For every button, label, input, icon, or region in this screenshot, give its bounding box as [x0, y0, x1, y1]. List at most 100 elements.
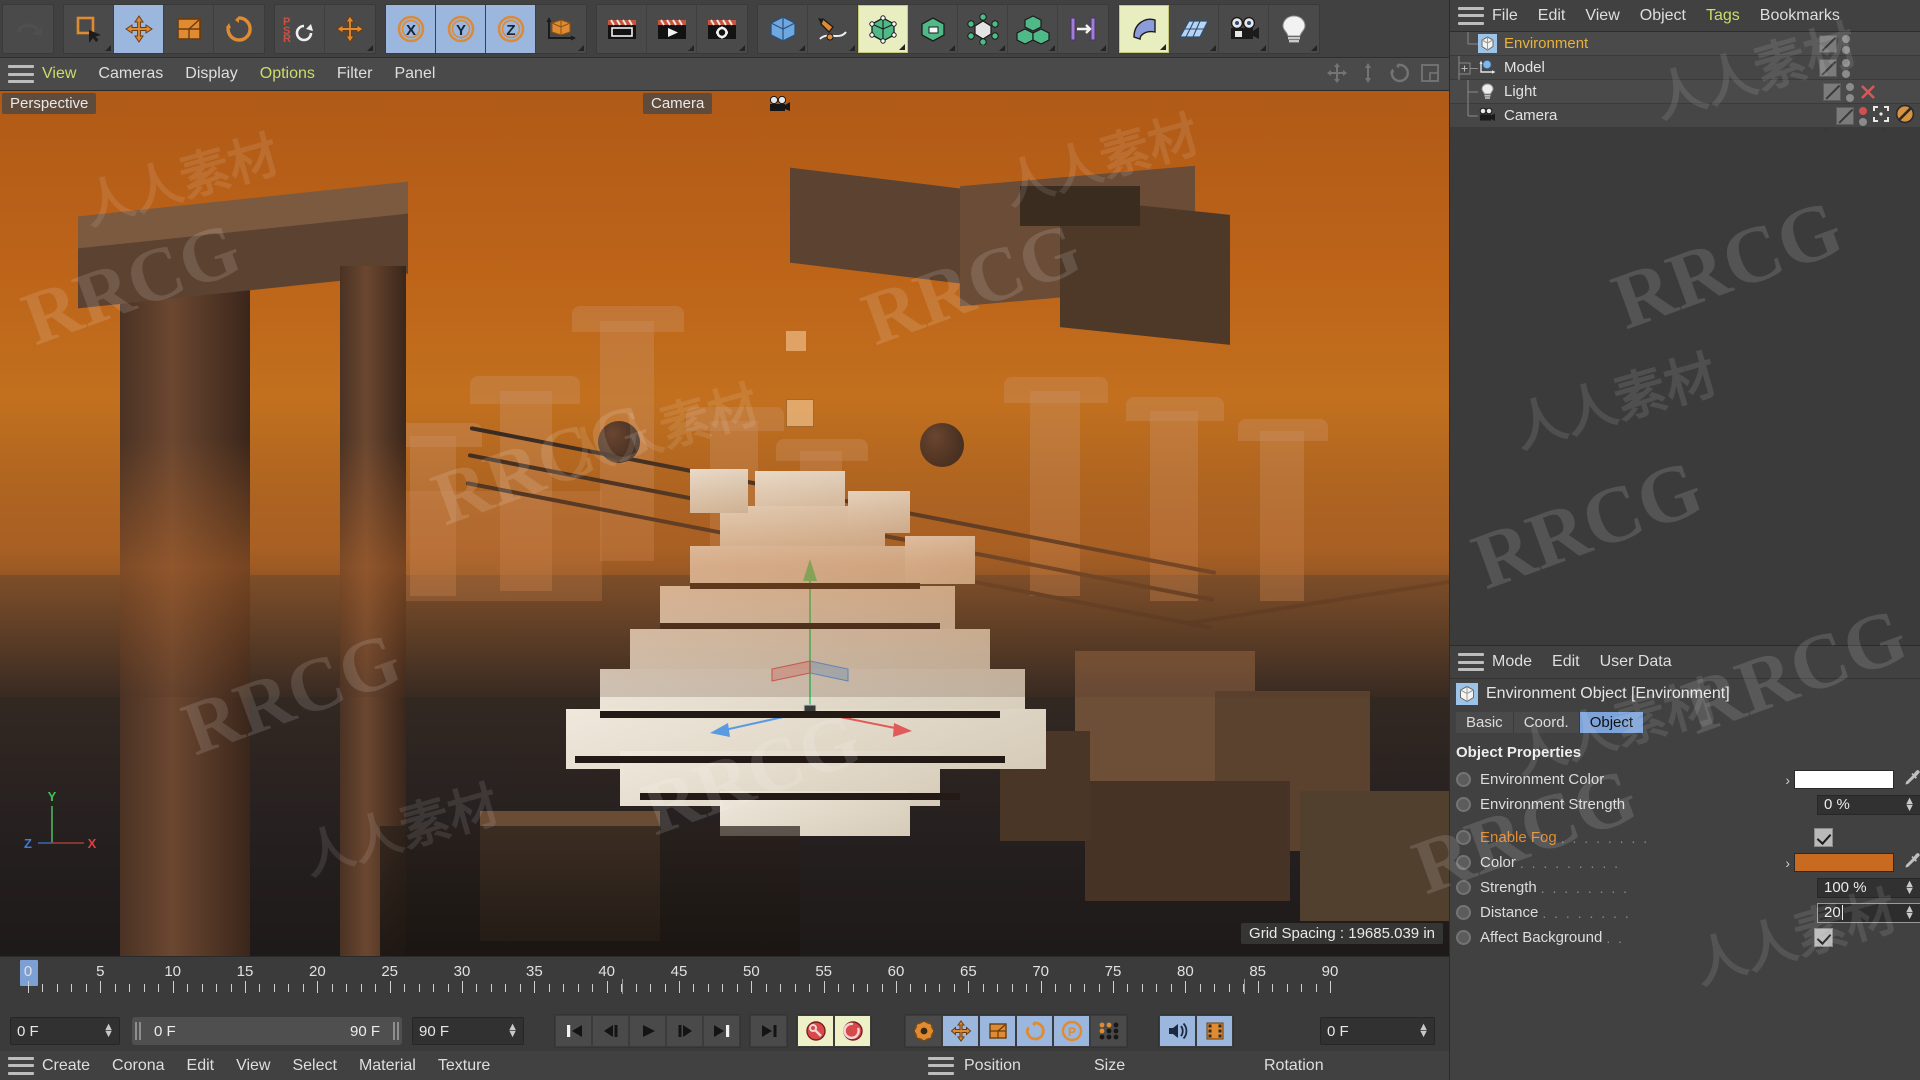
light-disabled-x-icon[interactable] [1859, 83, 1915, 101]
property-fog-distance[interactable]: Distance . . . . . . . . 20 ▲▼ [1450, 900, 1920, 925]
animate-dot-affect-background[interactable] [1456, 930, 1471, 945]
fog-strength-spinner[interactable]: ▲▼ [1904, 881, 1915, 895]
field-icon[interactable] [1058, 5, 1108, 53]
object-menu-view[interactable]: View [1585, 7, 1619, 25]
eyedropper-icon[interactable] [1904, 852, 1920, 874]
material-menu-texture[interactable]: Texture [438, 1057, 490, 1075]
next-key-icon[interactable] [750, 1015, 787, 1047]
affect-background-checkbox[interactable] [1814, 928, 1833, 947]
visibility-dots[interactable] [1859, 107, 1867, 126]
visibility-tag-icon[interactable] [1836, 107, 1854, 125]
object-menu-object[interactable]: Object [1640, 7, 1686, 25]
animate-dot-fog-color[interactable] [1456, 855, 1471, 870]
z-axis-icon[interactable]: Z [486, 5, 536, 53]
tab-coord[interactable]: Coord. [1514, 712, 1580, 733]
environment-strength-field[interactable]: 0 % ▲▼ [1817, 795, 1920, 815]
camera-target-icon[interactable] [1872, 105, 1890, 128]
object-row-light[interactable]: Light [1450, 80, 1920, 104]
mograph-icon[interactable] [1008, 5, 1058, 53]
rotate-view-icon[interactable] [1386, 60, 1412, 86]
undo-icon[interactable] [3, 5, 53, 53]
render-picture-viewer-icon[interactable] [647, 5, 697, 53]
maximize-view-icon[interactable] [1417, 60, 1443, 86]
viewport-menu-filter[interactable]: Filter [337, 65, 373, 83]
property-environment-strength[interactable]: Environment Strength 0 % ▲▼ [1450, 792, 1920, 817]
property-environment-color[interactable]: Environment Color › [1450, 767, 1920, 792]
select-live-icon[interactable] [64, 5, 114, 53]
nurbs-icon[interactable] [858, 5, 908, 53]
psr-icon[interactable]: P S R [275, 5, 325, 53]
render-view-icon[interactable] [597, 5, 647, 53]
nurbs-blue-icon[interactable] [1119, 5, 1169, 53]
key-scale-icon[interactable] [979, 1015, 1016, 1047]
move-icon[interactable] [114, 5, 164, 53]
attribute-menu-user-data[interactable]: User Data [1600, 653, 1672, 671]
go-to-end-icon[interactable] [703, 1015, 740, 1047]
max-frame-spinner[interactable]: ▲▼ [507, 1024, 518, 1038]
fog-strength-field[interactable]: 100 % ▲▼ [1817, 878, 1920, 898]
x-axis-icon[interactable]: X [386, 5, 436, 53]
fog-distance-field[interactable]: 20 ▲▼ [1817, 903, 1920, 923]
property-fog-strength[interactable]: Strength . . . . . . . . 100 % ▲▼ [1450, 875, 1920, 900]
material-menu-view[interactable]: View [236, 1057, 270, 1075]
record-key-icon[interactable] [797, 1015, 834, 1047]
floor-grid-icon[interactable] [1169, 5, 1219, 53]
modeling-icon[interactable] [908, 5, 958, 53]
visibility-dots[interactable] [1842, 59, 1850, 78]
property-affect-background[interactable]: Affect Background . . [1450, 925, 1920, 950]
current-frame-spinner[interactable]: ▲▼ [103, 1024, 114, 1038]
range-grip-left[interactable] [135, 1022, 141, 1040]
object-menu-edit[interactable]: Edit [1538, 7, 1566, 25]
preview-frame-spinner[interactable]: ▲▼ [1418, 1024, 1429, 1038]
material-menu-select[interactable]: Select [292, 1057, 336, 1075]
animate-dot-enable-fog[interactable] [1456, 830, 1471, 845]
key-position-icon[interactable] [942, 1015, 979, 1047]
preview-frame-field[interactable]: 0 F ▲▼ [1320, 1017, 1435, 1045]
viewport-menu-cameras[interactable]: Cameras [98, 65, 163, 83]
environment-color-swatch[interactable] [1794, 770, 1894, 789]
material-menu-edit[interactable]: Edit [187, 1057, 215, 1075]
animate-dot-fog-strength[interactable] [1456, 880, 1471, 895]
step-back-icon[interactable] [592, 1015, 629, 1047]
timeline-ruler-bar[interactable]: 051015202530354045505560657075808590 [0, 956, 1449, 1011]
object-menu-hamburger-icon[interactable] [1458, 7, 1484, 25]
viewport-menu-view[interactable]: View [42, 65, 76, 83]
object-row-camera[interactable]: Camera [1450, 104, 1920, 128]
key-pla-icon[interactable] [1090, 1015, 1127, 1047]
property-enable-fog[interactable]: Enable Fog . . . . . . . . [1450, 825, 1920, 850]
autokey-icon[interactable] [834, 1015, 871, 1047]
material-menu-material[interactable]: Material [359, 1057, 416, 1075]
eyedropper-icon[interactable] [1904, 769, 1920, 791]
tab-basic[interactable]: Basic [1456, 712, 1514, 733]
animate-dot-environment-color[interactable] [1456, 772, 1471, 787]
y-axis-icon[interactable]: Y [436, 5, 486, 53]
material-menu-create[interactable]: Create [42, 1057, 90, 1075]
deformer-icon[interactable] [958, 5, 1008, 53]
environment-strength-spinner[interactable]: ▲▼ [1904, 798, 1915, 812]
keyframe-settings-icon[interactable] [905, 1015, 942, 1047]
attribute-menu-mode[interactable]: Mode [1492, 653, 1532, 671]
world-coordinate-icon[interactable] [536, 5, 586, 53]
material-menu-hamburger-icon[interactable] [8, 1057, 34, 1075]
object-row-environment[interactable]: Environment [1450, 32, 1920, 56]
max-frame-field[interactable]: 90 F ▲▼ [412, 1017, 524, 1045]
viewport-camera-label[interactable]: Camera [643, 93, 712, 114]
fog-distance-spinner[interactable]: ▲▼ [1904, 906, 1915, 920]
visibility-tag-icon[interactable] [1823, 83, 1841, 101]
move-axis-icon[interactable] [325, 5, 375, 53]
object-menu-tags[interactable]: Tags [1706, 7, 1740, 25]
current-frame-field[interactable]: 0 F ▲▼ [10, 1017, 120, 1045]
key-param-icon[interactable]: P [1053, 1015, 1090, 1047]
chevron-right-icon[interactable]: › [1785, 855, 1790, 871]
spline-pen-icon[interactable] [808, 5, 858, 53]
protection-tag-icon[interactable] [1895, 104, 1915, 129]
play-icon[interactable] [629, 1015, 666, 1047]
attribute-menu-hamburger-icon[interactable] [1458, 653, 1484, 671]
object-menu-bookmarks[interactable]: Bookmarks [1760, 7, 1840, 25]
scale-icon[interactable] [164, 5, 214, 53]
attribute-menu-edit[interactable]: Edit [1552, 653, 1580, 671]
rotate-icon[interactable] [214, 5, 264, 53]
light-icon[interactable] [1269, 5, 1319, 53]
key-rotation-icon[interactable] [1016, 1015, 1053, 1047]
viewport-menu-display[interactable]: Display [185, 65, 237, 83]
